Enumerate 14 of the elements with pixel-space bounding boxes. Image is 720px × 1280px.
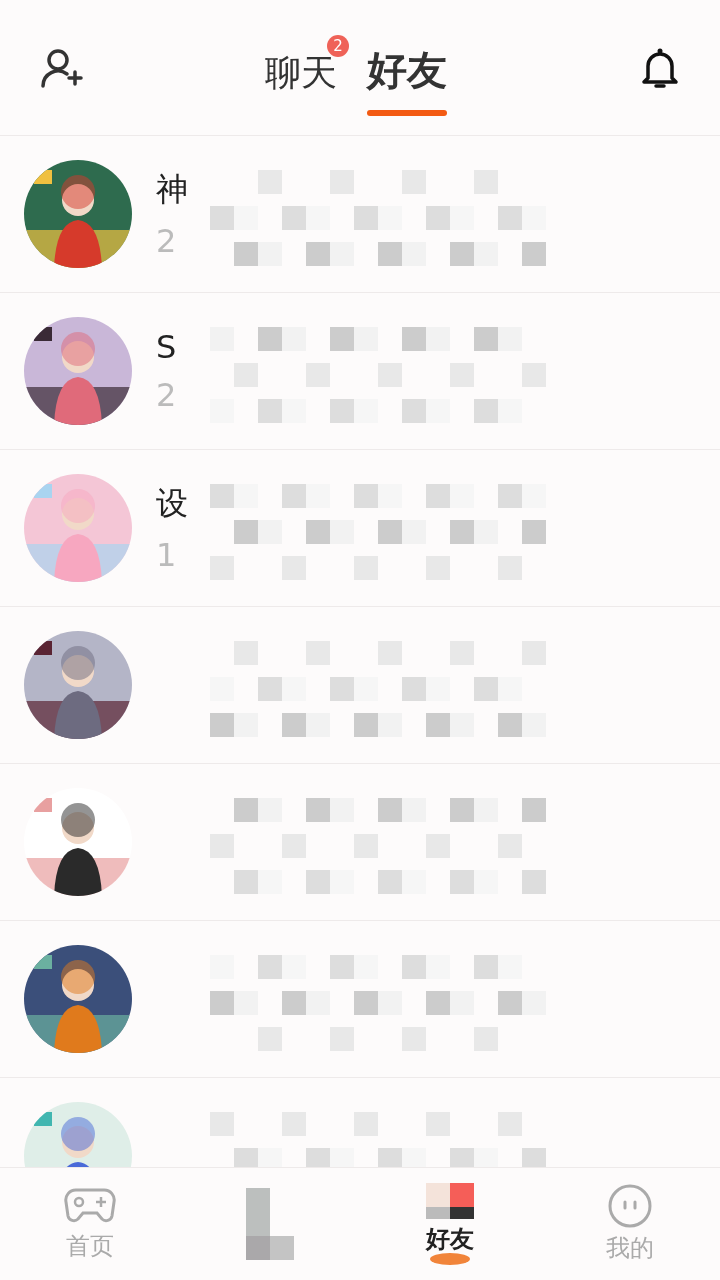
friend-name: 设 <box>156 483 188 524</box>
friend-name: 神 <box>156 169 188 210</box>
friend-name: S <box>156 328 177 366</box>
add-user-icon[interactable] <box>40 47 84 88</box>
indicator-dot <box>430 1253 470 1265</box>
mosaic-icon <box>426 1183 474 1219</box>
friend-subtitle: 1 <box>156 536 178 574</box>
notification-badge: 2 <box>327 35 349 57</box>
friend-subtitle: 2 <box>156 376 177 414</box>
mosaic-icon <box>246 1188 294 1260</box>
nav-item[interactable]: 好友 <box>360 1168 540 1280</box>
tab[interactable]: 好友 <box>367 43 447 116</box>
friend-subtitle: 2 <box>156 222 178 260</box>
face-icon <box>608 1184 652 1228</box>
